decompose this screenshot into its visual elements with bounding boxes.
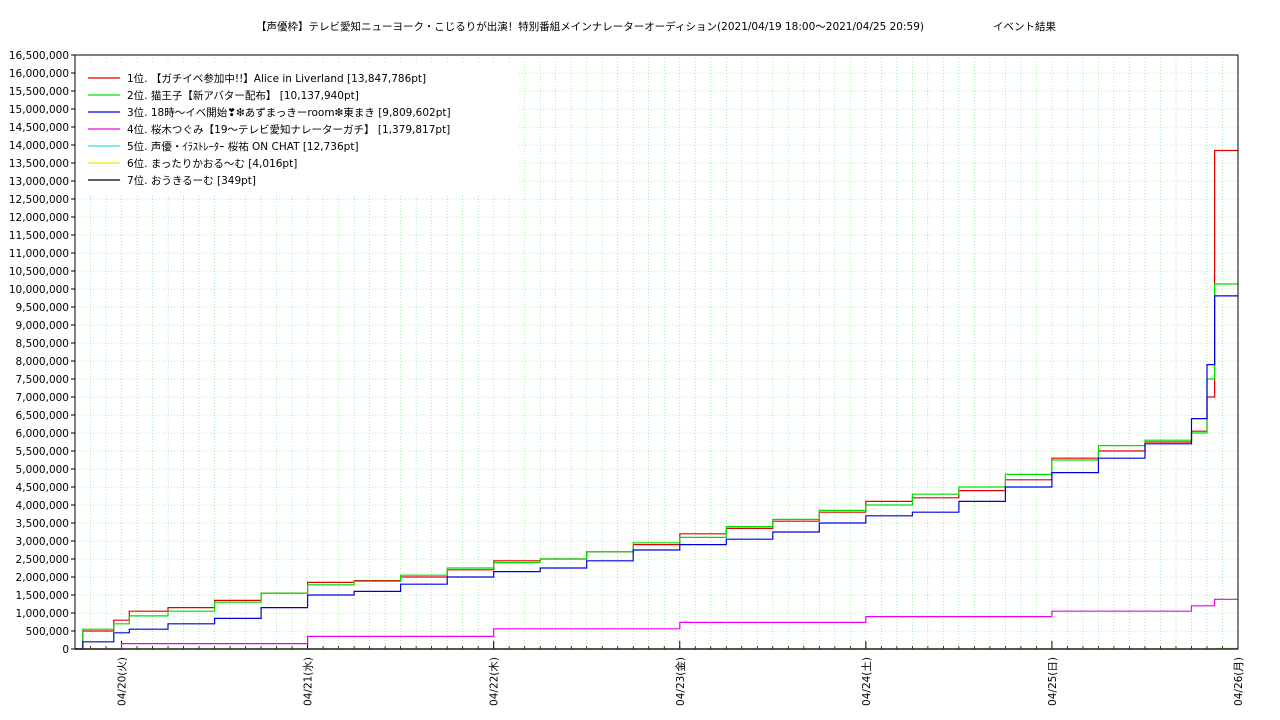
y-tick-label: 10,000,000 (9, 284, 69, 296)
legend-label-2: 2位. 猫王子【新アバター配布】 [10,137,940pt] (127, 89, 359, 102)
x-tick-label: 04/23(金) (674, 657, 687, 706)
y-tick-label: 2,000,000 (16, 572, 69, 584)
legend-label-6: 6位. まったりかおる〜む [4,016pt] (127, 157, 297, 170)
y-tick-label: 12,500,000 (9, 194, 69, 206)
y-tick-label: 4,000,000 (16, 500, 69, 512)
legend-label-5: 5位. 声優・ｲﾗｽﾄﾚｰﾀｰ 桜祐 ON CHAT [12,736pt] (127, 140, 359, 153)
y-tick-label: 9,500,000 (16, 302, 69, 314)
y-tick-label: 7,000,000 (16, 392, 69, 404)
y-tick-label: 14,500,000 (9, 122, 69, 134)
y-tick-label: 7,500,000 (16, 374, 69, 386)
x-tick-label: 04/25(日) (1047, 657, 1059, 706)
y-tick-label: 16,500,000 (9, 50, 69, 62)
y-tick-label: 14,000,000 (9, 140, 69, 152)
legend-label-4: 4位. 桜木つぐみ【19〜テレビ愛知ナレーターガチ】 [1,379,817pt] (127, 123, 450, 136)
x-tick-label: 04/21(水) (303, 657, 315, 706)
y-tick-label: 5,500,000 (16, 446, 69, 458)
y-tick-label: 5,000,000 (16, 464, 69, 476)
x-tick-label: 04/24(土) (860, 657, 873, 706)
y-tick-label: 6,000,000 (16, 428, 69, 440)
y-tick-label: 15,000,000 (9, 104, 69, 116)
legend-label-3: 3位. 18時〜イベ開始❣❇あずまっきーroom❇東まき [9,809,602p… (127, 106, 451, 119)
y-tick-label: 8,500,000 (16, 338, 69, 350)
legend-label-7: 7位. おうきるーむ [349pt] (127, 174, 256, 187)
x-tick-label: 04/26(月) (1233, 657, 1245, 706)
y-tick-label: 500,000 (26, 626, 69, 638)
y-tick-label: 0 (62, 644, 69, 656)
y-tick-label: 13,000,000 (9, 176, 69, 188)
x-tick-label: 04/20(火) (117, 657, 129, 706)
chart: 【声優枠】テレビ愛知ニューヨーク・こじるりが出演！特別番組メインナレーターオーデ… (0, 0, 1280, 720)
y-tick-label: 6,500,000 (16, 410, 69, 422)
y-tick-label: 11,500,000 (9, 230, 69, 242)
chart-title: 【声優枠】テレビ愛知ニューヨーク・こじるりが出演！特別番組メインナレーターオーデ… (256, 20, 924, 33)
chart-subtitle: イベント結果 (993, 20, 1056, 33)
y-tick-label: 11,000,000 (9, 248, 69, 260)
legend-label-1: 1位. 【ガチイベ参加中!!】Alice in Liverland [13,84… (127, 72, 426, 85)
y-tick-label: 9,000,000 (16, 320, 69, 332)
y-tick-label: 1,000,000 (16, 608, 69, 620)
y-tick-label: 3,500,000 (16, 518, 69, 530)
y-tick-label: 13,500,000 (9, 158, 69, 170)
x-tick-label: 04/22(木) (489, 657, 501, 706)
y-tick-label: 15,500,000 (9, 86, 69, 98)
y-tick-label: 16,000,000 (9, 68, 69, 80)
y-tick-label: 8,000,000 (16, 356, 69, 368)
y-tick-label: 4,500,000 (16, 482, 69, 494)
y-tick-label: 1,500,000 (16, 590, 69, 602)
y-tick-label: 2,500,000 (16, 554, 69, 566)
y-tick-label: 3,000,000 (16, 536, 69, 548)
y-tick-label: 12,000,000 (9, 212, 69, 224)
y-tick-label: 10,500,000 (9, 266, 69, 278)
